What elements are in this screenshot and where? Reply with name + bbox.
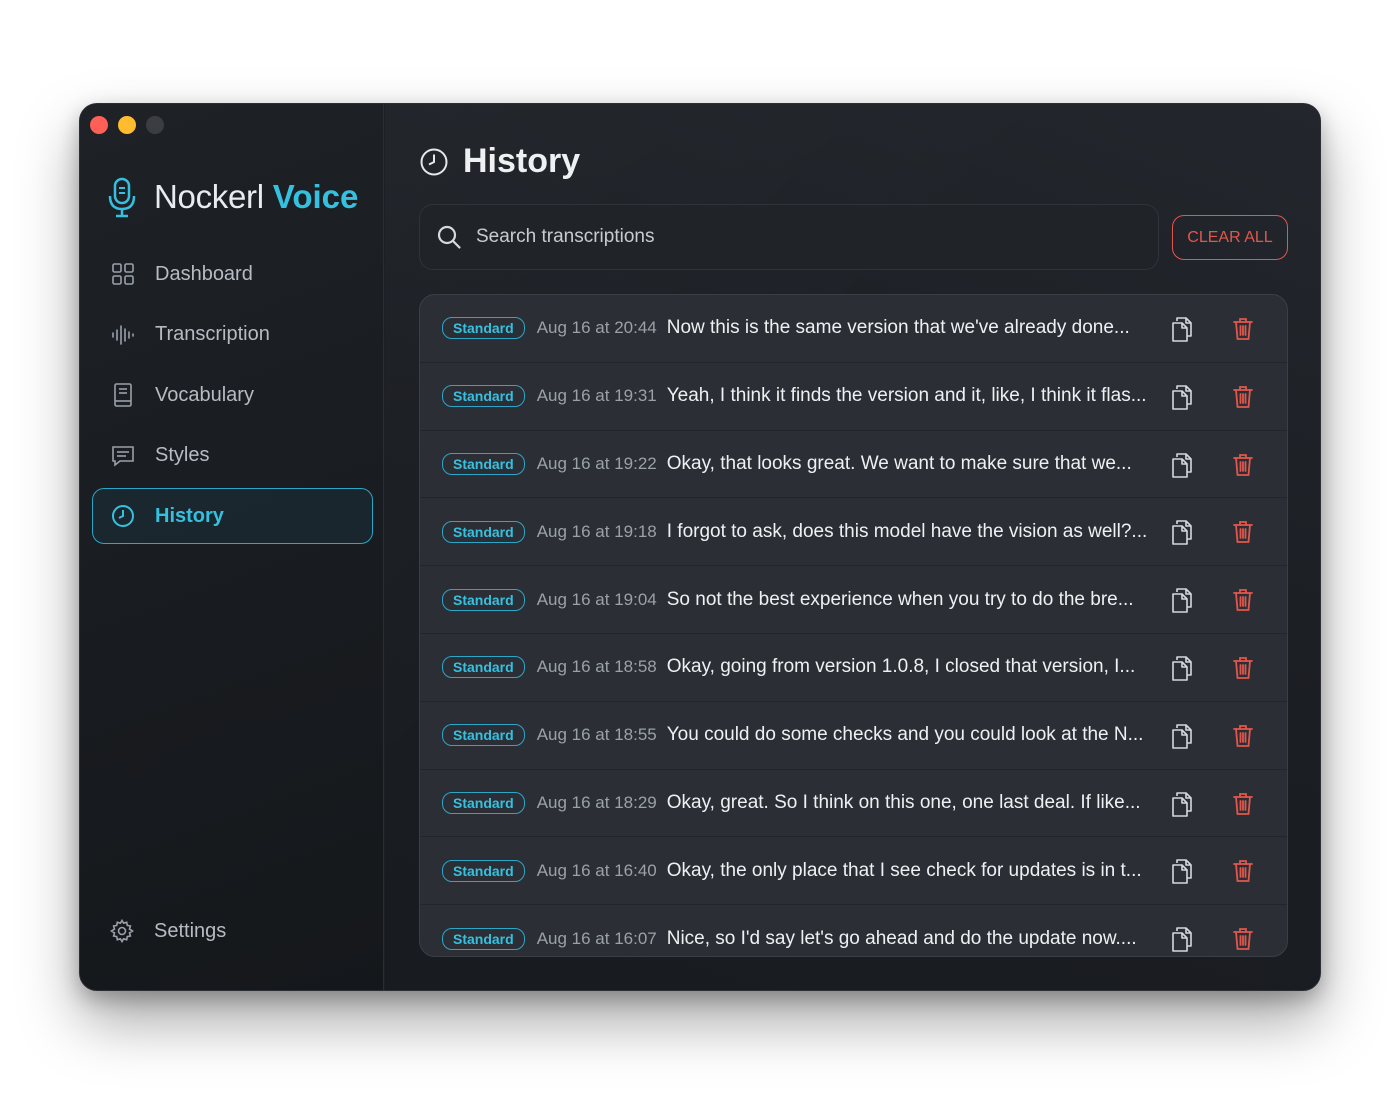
- history-row[interactable]: Standard Aug 16 at 16:07 Nice, so I'd say …: [420, 905, 1287, 956]
- trash-icon[interactable]: [1233, 927, 1253, 951]
- trash-icon[interactable]: [1233, 724, 1253, 748]
- search-icon: [437, 225, 461, 249]
- clock-icon: [420, 148, 448, 175]
- timestamp: Aug 16 at 16:07: [536, 928, 657, 948]
- maximize-window-button[interactable]: [146, 116, 164, 134]
- transcription-preview: You could do some checks and you could l…: [666, 724, 1144, 746]
- copy-icon[interactable]: [1170, 655, 1194, 681]
- trash-icon[interactable]: [1233, 656, 1253, 680]
- history-list: Standard Aug 16 at 20:44 Now this is the s…: [419, 294, 1288, 957]
- history-row[interactable]: Standard Aug 16 at 19:31 Yeah, I think it …: [420, 363, 1287, 431]
- app-window: Nockerl Voice Dashboard Transcription Vo…: [79, 103, 1321, 991]
- transcription-preview: Okay, great. So I think on this one, one…: [666, 791, 1141, 813]
- style-badge[interactable]: Standard: [442, 859, 525, 882]
- sidebar-item-label: History: [155, 504, 224, 527]
- sidebar-item-label: Vocabulary: [155, 383, 254, 406]
- sidebar-item-vocabulary[interactable]: Vocabulary: [92, 367, 373, 423]
- search-bar: [419, 204, 1159, 270]
- style-badge[interactable]: Standard: [442, 656, 525, 679]
- history-row[interactable]: Standard Aug 16 at 19:22 Okay, that looks …: [420, 431, 1287, 499]
- copy-icon[interactable]: [1170, 791, 1194, 817]
- waveform-icon: [111, 323, 135, 347]
- trash-icon[interactable]: [1233, 453, 1253, 477]
- sidebar-item-label: Transcription: [155, 323, 270, 345]
- chat-icon: [111, 444, 135, 468]
- timestamp: Aug 16 at 18:58: [536, 657, 657, 677]
- history-row[interactable]: Standard Aug 16 at 19:04 So not the best e…: [420, 566, 1287, 634]
- history-row[interactable]: Standard Aug 16 at 20:44 Now this is the s…: [420, 295, 1287, 363]
- trash-icon[interactable]: [1233, 317, 1253, 341]
- transcription-preview: Nice, so I'd say let's go ahead and do t…: [666, 927, 1137, 949]
- grid-icon: [111, 262, 135, 286]
- transcription-preview: So not the best experience when you try …: [666, 588, 1134, 610]
- brand-name: Nockerl: [154, 178, 264, 215]
- trash-icon[interactable]: [1233, 859, 1253, 883]
- copy-icon[interactable]: [1170, 587, 1194, 613]
- copy-icon[interactable]: [1170, 926, 1194, 952]
- history-row[interactable]: Standard Aug 16 at 18:29 Okay, great. So I…: [420, 770, 1287, 838]
- clock-icon: [111, 504, 135, 528]
- brand-logo: Nockerl Voice: [106, 176, 358, 218]
- style-badge[interactable]: Standard: [442, 588, 525, 611]
- transcription-preview: Okay, going from version 1.0.8, I closed…: [666, 656, 1136, 678]
- brand-accent: Voice: [272, 178, 359, 215]
- copy-icon[interactable]: [1170, 316, 1194, 342]
- style-badge[interactable]: Standard: [442, 927, 525, 950]
- timestamp: Aug 16 at 19:31: [536, 386, 657, 406]
- sidebar: Nockerl Voice Dashboard Transcription Vo…: [80, 104, 384, 990]
- transcription-preview: Okay, the only place that I see check fo…: [666, 859, 1142, 881]
- page-header: History: [419, 142, 580, 181]
- main-content: History CLEAR ALL Standard Aug 16 at 20:4…: [385, 104, 1320, 990]
- transcription-preview: I forgot to ask, does this model have th…: [666, 520, 1148, 542]
- timestamp: Aug 16 at 19:22: [536, 453, 657, 473]
- timestamp: Aug 16 at 18:55: [536, 725, 657, 745]
- trash-icon[interactable]: [1233, 385, 1253, 409]
- style-badge[interactable]: Standard: [442, 385, 525, 408]
- gear-icon: [110, 918, 134, 944]
- timestamp: Aug 16 at 16:40: [536, 860, 657, 880]
- sidebar-item-label: Dashboard: [155, 262, 253, 285]
- search-input[interactable]: [476, 226, 1116, 248]
- close-window-button[interactable]: [90, 116, 108, 134]
- clear-all-button[interactable]: CLEAR ALL: [1172, 215, 1288, 260]
- book-icon: [111, 383, 135, 407]
- page-title: History: [463, 142, 581, 180]
- copy-icon[interactable]: [1170, 519, 1194, 546]
- microphone-icon: [108, 177, 136, 218]
- sidebar-item-dashboard[interactable]: Dashboard: [92, 246, 373, 302]
- timestamp: Aug 16 at 18:29: [536, 792, 657, 812]
- timestamp: Aug 16 at 19:04: [536, 589, 657, 609]
- style-badge[interactable]: Standard: [442, 452, 525, 475]
- window-controls: [90, 116, 164, 134]
- transcription-preview: Yeah, I think it finds the version and i…: [666, 385, 1147, 407]
- minimize-window-button[interactable]: [118, 116, 136, 134]
- style-badge[interactable]: Standard: [442, 724, 525, 747]
- trash-icon[interactable]: [1233, 792, 1253, 816]
- history-row[interactable]: Standard Aug 16 at 16:40 Okay, the only pl…: [420, 837, 1287, 906]
- copy-icon[interactable]: [1170, 858, 1194, 885]
- history-row[interactable]: Standard Aug 16 at 18:58 Okay, going from …: [420, 634, 1287, 702]
- sidebar-item-transcription[interactable]: Transcription: [92, 307, 373, 363]
- trash-icon[interactable]: [1233, 588, 1253, 612]
- style-badge[interactable]: Standard: [442, 317, 525, 340]
- transcription-preview: Now this is the same version that we've …: [666, 317, 1130, 339]
- sidebar-item-settings[interactable]: Settings: [110, 918, 227, 944]
- history-row[interactable]: Standard Aug 16 at 19:18 I forgot to ask, …: [420, 498, 1287, 567]
- timestamp: Aug 16 at 19:18: [536, 521, 657, 541]
- copy-icon[interactable]: [1170, 452, 1194, 478]
- trash-icon[interactable]: [1233, 520, 1253, 544]
- copy-icon[interactable]: [1170, 384, 1194, 410]
- style-badge[interactable]: Standard: [442, 791, 525, 814]
- history-row[interactable]: Standard Aug 16 at 18:55 You could do some…: [420, 702, 1287, 770]
- transcription-preview: Okay, that looks great. We want to make …: [666, 452, 1132, 474]
- style-badge[interactable]: Standard: [442, 520, 525, 543]
- sidebar-item-history[interactable]: History: [92, 488, 373, 544]
- copy-icon[interactable]: [1170, 723, 1194, 749]
- sidebar-item-styles[interactable]: Styles: [92, 428, 373, 484]
- settings-label: Settings: [154, 919, 227, 942]
- timestamp: Aug 16 at 20:44: [536, 318, 657, 338]
- sidebar-nav: Dashboard Transcription Vocabulary Style…: [92, 246, 373, 549]
- sidebar-item-label: Styles: [155, 444, 210, 466]
